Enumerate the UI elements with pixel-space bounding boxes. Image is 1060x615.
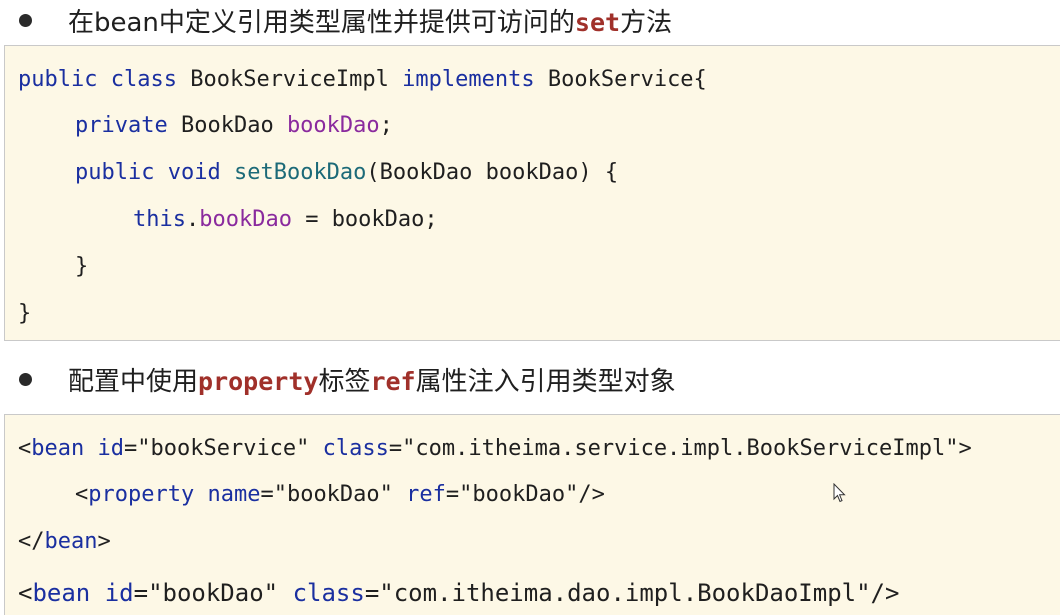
bullet-2-keyword-property: property	[198, 366, 319, 396]
code-line: }	[75, 254, 89, 279]
bullet-item-1: 在bean中定义引用类型属性并提供可访问的set方法	[0, 0, 1060, 40]
code-line: public void setBookDao(BookDao bookDao) …	[75, 160, 619, 185]
bullet-1-prefix: 在bean中定义引用类型属性并提供可访问的	[68, 7, 575, 38]
code-line: <property name="bookDao" ref="bookDao"/>	[75, 482, 605, 507]
bullet-2-suffix: 属性注入引用类型对象	[415, 366, 676, 397]
code-line: public class BookServiceImpl implements …	[18, 67, 707, 92]
bullet-2-prefix: 配置中使用	[68, 366, 199, 397]
code-line: this.bookDao = bookDao;	[133, 207, 438, 232]
code-line: }	[18, 301, 32, 326]
code-line: <bean id="bookService" class="com.itheim…	[18, 436, 972, 461]
bullet-1-keyword: set	[574, 7, 621, 37]
code-line: </bean>	[18, 529, 111, 554]
bullet-2-keyword-ref: ref	[370, 366, 416, 396]
bullet-2-text: 配置中使用property标签ref属性注入引用类型对象	[68, 361, 676, 398]
code-line: private BookDao bookDao;	[75, 113, 393, 138]
bullet-item-2: 配置中使用property标签ref属性注入引用类型对象	[0, 359, 1060, 399]
bullet-2-middle: 标签	[318, 366, 371, 397]
mouse-pointer-icon	[833, 483, 846, 503]
bullet-1-text: 在bean中定义引用类型属性并提供可访问的set方法	[68, 2, 672, 39]
bullet-1-suffix: 方法	[620, 7, 673, 38]
code-line: <bean id="bookDao" class="com.itheima.da…	[18, 579, 900, 607]
java-code-block: public class BookServiceImpl implements …	[4, 45, 1060, 341]
bullet-dot-icon	[19, 13, 32, 27]
bullet-dot-icon	[19, 372, 32, 386]
xml-code-block: <bean id="bookService" class="com.itheim…	[4, 414, 1060, 615]
